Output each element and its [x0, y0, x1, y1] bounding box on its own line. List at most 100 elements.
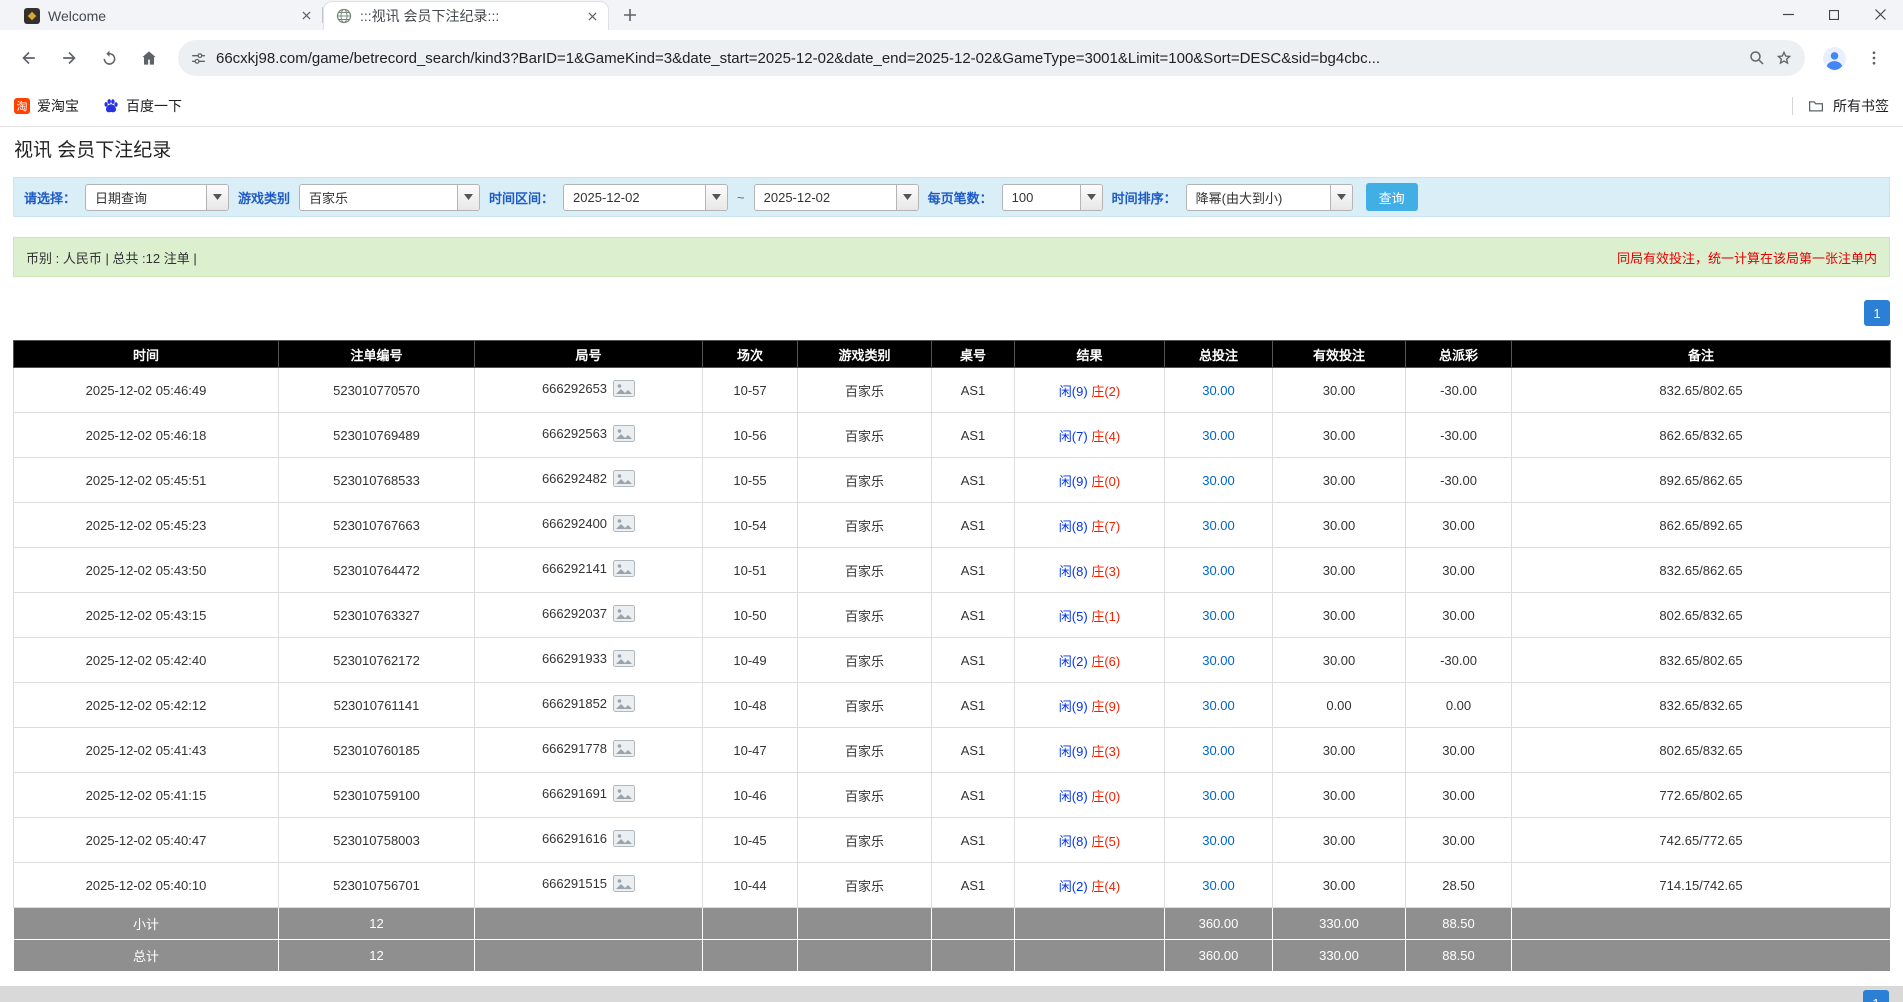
chevron-down-icon[interactable] — [457, 185, 479, 210]
total-bet-link[interactable]: 30.00 — [1202, 743, 1235, 758]
date-start-input[interactable]: 2025-12-02 — [563, 184, 728, 211]
menu-dots-icon[interactable] — [1855, 39, 1893, 77]
all-bookmarks[interactable]: 所有书签 — [1792, 96, 1889, 116]
cell-time: 2025-12-02 05:46:49 — [14, 368, 279, 413]
reload-button[interactable] — [90, 39, 128, 77]
round-image-icon[interactable] — [613, 560, 635, 580]
bookmarks-bar: 淘 爱淘宝 百度一下 所有书签 — [0, 86, 1903, 127]
grand-total-empty-cell — [1512, 940, 1891, 972]
subtotal-count: 12 — [279, 908, 475, 940]
round-image-icon[interactable] — [613, 470, 635, 490]
col-header-valid-bet: 有效投注 — [1273, 341, 1406, 368]
window-controls — [1765, 0, 1903, 29]
search-button[interactable]: 查询 — [1366, 183, 1418, 211]
cell-payout: 30.00 — [1406, 773, 1512, 818]
pagination-bottom: 1 — [1863, 990, 1889, 1002]
tab-betrecord[interactable]: :::视讯 会员下注纪录::: — [323, 1, 609, 30]
cell-total-bet: 30.00 — [1165, 458, 1273, 503]
total-bet-link[interactable]: 30.00 — [1202, 383, 1235, 398]
profile-avatar-icon[interactable] — [1815, 39, 1853, 77]
cell-bet-id: 523010764472 — [279, 548, 475, 593]
grand-total-payout: 88.50 — [1406, 940, 1512, 972]
total-bet-link[interactable]: 30.00 — [1202, 653, 1235, 668]
bookmark-baidu[interactable]: 百度一下 — [103, 96, 182, 116]
cell-result: 闲(8) 庄(7) — [1015, 503, 1165, 548]
chevron-down-icon[interactable] — [896, 185, 918, 210]
tab-close-icon[interactable] — [298, 8, 314, 24]
round-image-icon[interactable] — [613, 425, 635, 445]
sort-select[interactable]: 降幂(由大到小) — [1186, 184, 1353, 211]
total-bet-link[interactable]: 30.00 — [1202, 833, 1235, 848]
total-bet-link[interactable]: 30.00 — [1202, 608, 1235, 623]
col-header-result: 结果 — [1015, 341, 1165, 368]
query-type-select[interactable]: 日期查询 — [85, 184, 229, 211]
table-body: 2025-12-02 05:46:49 523010770570 6662926… — [14, 368, 1891, 908]
round-image-icon[interactable] — [613, 830, 635, 850]
total-bet-link[interactable]: 30.00 — [1202, 698, 1235, 713]
zoom-icon[interactable] — [1748, 49, 1766, 67]
tab-close-icon[interactable] — [584, 8, 600, 24]
col-header-bet-id: 注单编号 — [279, 341, 475, 368]
total-bet-link[interactable]: 30.00 — [1202, 878, 1235, 893]
round-image-icon[interactable] — [613, 515, 635, 535]
chevron-down-icon[interactable] — [705, 185, 727, 210]
site-info-icon[interactable] — [190, 50, 207, 67]
total-bet-link[interactable]: 30.00 — [1202, 428, 1235, 443]
folder-icon — [1807, 97, 1825, 115]
cell-total-bet: 30.00 — [1165, 503, 1273, 548]
page-size-select[interactable]: 100 — [1002, 184, 1103, 211]
grand-total-empty-cell — [1015, 940, 1165, 972]
round-image-icon[interactable] — [613, 650, 635, 670]
url-text[interactable]: 66cxkj98.com/game/betrecord_search/kind3… — [216, 50, 1739, 67]
grand-total-empty-cell — [703, 940, 798, 972]
total-bet-link[interactable]: 30.00 — [1202, 473, 1235, 488]
cell-note: 832.65/802.65 — [1512, 638, 1891, 683]
bookmark-star-icon[interactable] — [1775, 49, 1793, 67]
back-button[interactable] — [10, 39, 48, 77]
table-header-row: 时间注单编号局号场次游戏类别桌号结果总投注有效投注总派彩备注 — [14, 341, 1891, 368]
result-player: 闲(8) — [1059, 564, 1088, 579]
grand-total-empty-cell — [932, 940, 1015, 972]
round-image-icon[interactable] — [613, 605, 635, 625]
cell-table-no: AS1 — [932, 773, 1015, 818]
col-header-game-type: 游戏类别 — [798, 341, 932, 368]
minimize-button[interactable] — [1765, 0, 1811, 29]
page-1-button[interactable]: 1 — [1864, 300, 1890, 326]
tab-welcome[interactable]: Welcome — [12, 1, 322, 30]
round-image-icon[interactable] — [613, 740, 635, 760]
valid-bet-notice-text: 同局有效投注，统一计算在该局第一张注单内 — [1617, 248, 1877, 267]
currency-summary-text: 币别 : 人民币 | 总共 :12 注单 | — [26, 248, 197, 267]
chevron-down-icon[interactable] — [1080, 185, 1102, 210]
game-type-select[interactable]: 百家乐 — [299, 184, 480, 211]
new-tab-button[interactable] — [617, 2, 643, 28]
cell-time: 2025-12-02 05:43:15 — [14, 593, 279, 638]
chevron-down-icon[interactable] — [206, 185, 228, 210]
round-image-icon[interactable] — [613, 785, 635, 805]
result-player: 闲(9) — [1059, 474, 1088, 489]
home-button[interactable] — [130, 39, 168, 77]
cell-session: 10-48 — [703, 683, 798, 728]
forward-button[interactable] — [50, 39, 88, 77]
maximize-button[interactable] — [1811, 0, 1857, 29]
cell-bet-id: 523010762172 — [279, 638, 475, 683]
address-bar[interactable]: 66cxkj98.com/game/betrecord_search/kind3… — [178, 40, 1805, 76]
cell-table-no: AS1 — [932, 458, 1015, 503]
bookmark-label: 爱淘宝 — [37, 96, 79, 116]
round-image-icon[interactable] — [613, 380, 635, 400]
col-header-table-no: 桌号 — [932, 341, 1015, 368]
close-window-button[interactable] — [1857, 0, 1903, 29]
cell-note: 772.65/802.65 — [1512, 773, 1891, 818]
total-bet-link[interactable]: 30.00 — [1202, 563, 1235, 578]
cell-table-no: AS1 — [932, 593, 1015, 638]
page-1-button[interactable]: 1 — [1863, 990, 1889, 1002]
total-bet-link[interactable]: 30.00 — [1202, 788, 1235, 803]
cell-time: 2025-12-02 05:41:15 — [14, 773, 279, 818]
cell-valid-bet: 30.00 — [1273, 503, 1406, 548]
date-end-input[interactable]: 2025-12-02 — [754, 184, 919, 211]
total-bet-link[interactable]: 30.00 — [1202, 518, 1235, 533]
col-header-note: 备注 — [1512, 341, 1891, 368]
bookmark-taobao[interactable]: 淘 爱淘宝 — [14, 96, 79, 116]
round-image-icon[interactable] — [613, 875, 635, 895]
chevron-down-icon[interactable] — [1330, 185, 1352, 210]
round-image-icon[interactable] — [613, 695, 635, 715]
